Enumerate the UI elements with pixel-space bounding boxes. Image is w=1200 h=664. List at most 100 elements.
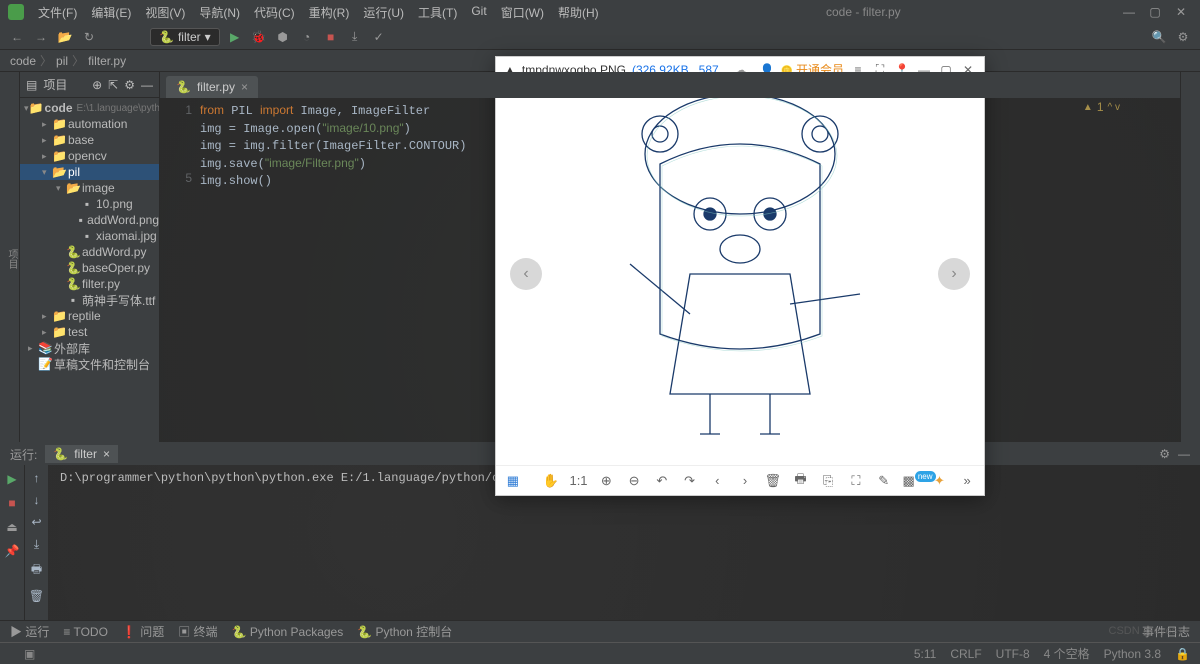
tree-node[interactable]: 🐍baseOper.py xyxy=(20,260,159,276)
refresh-button[interactable]: ↻ xyxy=(80,28,98,46)
breadcrumb-part[interactable]: filter.py xyxy=(88,54,126,68)
bottom-tab-problems[interactable]: ❗ 问题 xyxy=(122,623,164,640)
hide-icon[interactable]: — xyxy=(141,78,153,92)
encoding[interactable]: UTF-8 xyxy=(996,647,1030,661)
open-folder-button[interactable]: 📂 xyxy=(56,28,74,46)
close-button[interactable]: ✕ xyxy=(1174,5,1188,19)
run-button[interactable]: ▶ xyxy=(226,28,244,46)
minimize-button[interactable]: — xyxy=(1122,5,1136,19)
close-icon[interactable]: × xyxy=(103,447,110,461)
zoom-in-icon[interactable]: ⊕ xyxy=(597,473,615,489)
expand-icon[interactable]: ⛶ xyxy=(847,473,865,489)
down-button[interactable]: ↓ xyxy=(34,493,40,507)
stop-button[interactable]: ■ xyxy=(4,495,20,511)
tree-node[interactable]: ▸📁base xyxy=(20,132,159,148)
forward-button[interactable]: → xyxy=(32,28,50,46)
editor-tab[interactable]: 🐍 filter.py × xyxy=(166,76,258,98)
edit-icon[interactable]: ✎ xyxy=(875,473,893,489)
print-button[interactable]: 🖶 xyxy=(31,560,42,581)
line-sep[interactable]: CRLF xyxy=(950,647,981,661)
bottom-tab-run[interactable]: ▶ 运行 xyxy=(10,623,49,640)
bottom-tab-packages[interactable]: 🐍 Python Packages xyxy=(232,625,344,639)
tree-node[interactable]: ▪addWord.png xyxy=(20,212,159,228)
breadcrumb-part[interactable]: code xyxy=(10,54,36,68)
run-config-select[interactable]: 🐍 filter ▾ xyxy=(150,28,220,46)
rotate-ccw-icon[interactable]: ↶ xyxy=(653,473,671,489)
grid-icon[interactable]: ▦ xyxy=(504,473,522,489)
interpreter[interactable]: Python 3.8 xyxy=(1104,647,1161,661)
gear-icon[interactable]: ⚙ xyxy=(1159,447,1170,461)
tree-node[interactable]: 📝草稿文件和控制台 xyxy=(20,356,159,372)
close-tab-icon[interactable]: × xyxy=(241,80,248,94)
maximize-button[interactable]: ▢ xyxy=(1148,5,1162,19)
soft-wrap-button[interactable]: ↩ xyxy=(31,515,41,529)
tree-node[interactable]: ▪10.png xyxy=(20,196,159,212)
tree-node[interactable]: ▸📁automation xyxy=(20,116,159,132)
menu-git[interactable]: Git xyxy=(465,2,492,23)
menu-help[interactable]: 帮助(H) xyxy=(552,2,605,23)
print-icon[interactable]: 🖶 xyxy=(792,470,810,492)
tree-node[interactable]: ▾📂image xyxy=(20,180,159,196)
clear-button[interactable]: 🗑 xyxy=(29,589,44,603)
search-everywhere-button[interactable]: 🔍 xyxy=(1150,28,1168,46)
bottom-tab-terminal[interactable]: ▣ 终端 xyxy=(178,623,217,640)
hand-icon[interactable]: ✋ xyxy=(542,473,560,489)
pin-button[interactable]: 📌 xyxy=(4,543,20,559)
menu-file[interactable]: 文件(F) xyxy=(32,2,83,23)
prev-icon[interactable]: ‹ xyxy=(708,473,726,488)
tree-node[interactable]: ▸📚外部库 xyxy=(20,340,159,356)
tree-node[interactable]: ▪xiaomai.jpg xyxy=(20,228,159,244)
git-update-button[interactable]: ⤓ xyxy=(346,28,364,46)
tree-node[interactable]: ▾📂pil xyxy=(20,164,159,180)
palette-icon[interactable]: ▩new xyxy=(903,473,921,489)
stop-button[interactable]: ■ xyxy=(322,28,340,46)
menu-code[interactable]: 代码(C) xyxy=(248,2,301,23)
menu-tools[interactable]: 工具(T) xyxy=(412,2,463,23)
source-code[interactable]: from PIL import Image, ImageFilter img =… xyxy=(200,98,1180,442)
rerun-button[interactable]: ▶ xyxy=(4,471,20,487)
actual-size-icon[interactable]: 1:1 xyxy=(569,473,587,488)
profile-button[interactable]: ◔ xyxy=(298,28,316,46)
breadcrumb-part[interactable]: pil xyxy=(56,54,68,68)
tree-node[interactable]: 🐍filter.py xyxy=(20,276,159,292)
menu-window[interactable]: 窗口(W) xyxy=(495,2,550,23)
tree-node[interactable]: ▸📁reptile xyxy=(20,308,159,324)
scroll-end-button[interactable]: ⤓ xyxy=(34,537,39,552)
copy-icon[interactable]: ⎘ xyxy=(819,473,837,489)
menu-run[interactable]: 运行(U) xyxy=(357,2,410,23)
tree-node[interactable]: ▪萌神手写体.ttf xyxy=(20,292,159,308)
tree-root[interactable]: ▾📁 code E:\1.language\pyth xyxy=(20,100,159,116)
coverage-button[interactable]: ⬢ xyxy=(274,28,292,46)
bottom-tab-todo[interactable]: ≡ TODO xyxy=(63,625,108,639)
next-icon[interactable]: › xyxy=(736,473,754,488)
run-tab[interactable]: 🐍 filter × xyxy=(45,445,118,463)
delete-icon[interactable]: 🗑 xyxy=(764,473,782,489)
git-commit-button[interactable]: ✓ xyxy=(370,28,388,46)
more-icon[interactable]: » xyxy=(958,473,976,488)
menu-view[interactable]: 视图(V) xyxy=(139,2,191,23)
left-tool-strip[interactable]: 项目 xyxy=(0,72,20,442)
indent[interactable]: 4 个空格 xyxy=(1044,645,1090,662)
debug-button[interactable]: 🐞 xyxy=(250,28,268,46)
menu-edit[interactable]: 编辑(E) xyxy=(85,2,137,23)
gear-icon[interactable]: ⚙ xyxy=(124,78,135,92)
inspection-widget[interactable]: ▲ 1 ^ v xyxy=(1083,100,1120,114)
select-opened-file-icon[interactable]: ⊕ xyxy=(92,78,102,92)
status-lock-icon[interactable]: ▣ xyxy=(24,647,35,661)
lock-icon[interactable]: 🔒 xyxy=(1175,647,1190,661)
right-tool-strip[interactable] xyxy=(1180,72,1200,442)
hide-icon[interactable]: — xyxy=(1178,447,1190,461)
menu-navigate[interactable]: 导航(N) xyxy=(193,2,246,23)
cursor-pos[interactable]: 5:11 xyxy=(914,647,936,661)
menu-refactor[interactable]: 重构(R) xyxy=(303,2,356,23)
tree-node[interactable]: ▸📁test xyxy=(20,324,159,340)
bottom-tab-pyconsole[interactable]: 🐍 Python 控制台 xyxy=(357,623,452,640)
back-button[interactable]: ← xyxy=(8,28,26,46)
settings-button[interactable]: ⚙ xyxy=(1174,28,1192,46)
project-tree[interactable]: ▾📁 code E:\1.language\pyth ▸📁automation▸… xyxy=(20,98,159,442)
code-area[interactable]: 1 5 from PIL import Image, ImageFilter i… xyxy=(160,98,1180,442)
collapse-all-icon[interactable]: ⇱ xyxy=(108,78,118,92)
tree-node[interactable]: ▸📁opencv xyxy=(20,148,159,164)
tree-node[interactable]: 🐍addWord.py xyxy=(20,244,159,260)
exit-button[interactable]: ⏏ xyxy=(4,519,20,535)
